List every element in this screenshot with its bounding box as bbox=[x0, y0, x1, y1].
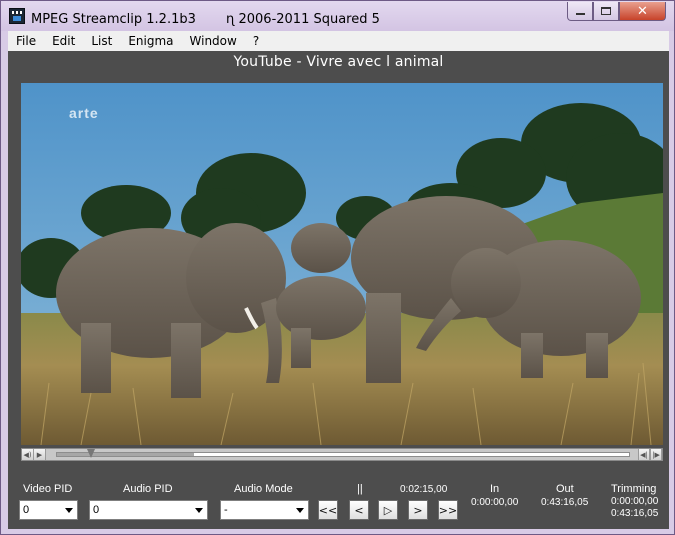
rewind-icon: << bbox=[318, 503, 338, 517]
audio-mode-label: Audio Mode bbox=[234, 483, 293, 495]
menu-help[interactable]: ? bbox=[245, 34, 267, 48]
play-button[interactable]: ▷ bbox=[378, 500, 398, 520]
video-frame[interactable]: arte bbox=[21, 83, 663, 445]
audio-pid-label: Audio PID bbox=[123, 483, 173, 495]
step-forward-small-icon[interactable]: |▶ bbox=[650, 449, 662, 460]
current-time: 0:02:15,00 bbox=[400, 484, 448, 495]
chevron-down-icon bbox=[195, 508, 203, 513]
trimming-label: Trimming bbox=[611, 483, 657, 495]
step-back-button[interactable]: < bbox=[349, 500, 369, 520]
out-value: 0:43:16,05 bbox=[541, 497, 589, 508]
menu-edit[interactable]: Edit bbox=[44, 34, 83, 48]
minimize-button[interactable] bbox=[567, 2, 593, 21]
in-value: 0:00:00,00 bbox=[471, 497, 519, 508]
minimize-icon bbox=[575, 13, 585, 15]
trimming-end: 0:43:16,05 bbox=[611, 508, 659, 519]
timeline-scrubber[interactable]: ◀) ▶ ◀| |▶ bbox=[21, 448, 663, 461]
video-still-elephants bbox=[21, 83, 663, 445]
menu-enigma[interactable]: Enigma bbox=[120, 34, 181, 48]
step-forward-button[interactable]: > bbox=[408, 500, 428, 520]
play-small-icon[interactable]: ▶ bbox=[34, 449, 46, 460]
step-back-icon: < bbox=[354, 503, 364, 517]
chevron-down-icon bbox=[296, 508, 304, 513]
menu-list[interactable]: List bbox=[83, 34, 120, 48]
timeline-thumb[interactable] bbox=[87, 449, 95, 458]
pause-indicator: || bbox=[357, 483, 363, 495]
chevron-down-icon bbox=[65, 508, 73, 513]
app-window: MPEG Streamclip 1.2.1b3 ɳ 2006-2011 Squa… bbox=[0, 0, 675, 535]
video-pid-value: 0 bbox=[23, 504, 30, 516]
in-label: In bbox=[490, 483, 500, 495]
fast-forward-button[interactable]: >> bbox=[438, 500, 458, 520]
close-button[interactable]: ✕ bbox=[619, 2, 666, 21]
channel-watermark: arte bbox=[69, 105, 99, 121]
fast-forward-icon: >> bbox=[438, 503, 458, 517]
step-back-small-icon[interactable]: ◀| bbox=[638, 449, 650, 460]
window-title: MPEG Streamclip 1.2.1b3 ɳ 2006-2011 Squa… bbox=[31, 12, 380, 27]
audio-pid-select[interactable]: 0 bbox=[89, 500, 208, 520]
video-pid-label: Video PID bbox=[23, 483, 73, 495]
movie-title: YouTube - Vivre avec l animal bbox=[233, 54, 444, 70]
maximize-icon bbox=[601, 7, 611, 15]
trimming-start: 0:00:00,00 bbox=[611, 496, 659, 507]
rewind-button[interactable]: << bbox=[318, 500, 338, 520]
app-clapper-icon bbox=[9, 8, 25, 24]
timeline-track[interactable] bbox=[56, 449, 630, 458]
menu-bar: File Edit List Enigma Window ? bbox=[8, 31, 669, 51]
step-forward-icon: > bbox=[413, 503, 423, 517]
volume-icon[interactable]: ◀) bbox=[22, 449, 34, 460]
audio-pid-value: 0 bbox=[93, 504, 100, 516]
out-label: Out bbox=[556, 483, 574, 495]
menu-file[interactable]: File bbox=[8, 34, 44, 48]
video-pid-select[interactable]: 0 bbox=[19, 500, 78, 520]
close-icon: ✕ bbox=[637, 3, 648, 19]
player-area: YouTube - Vivre avec l animal arte ◀) ▶ … bbox=[8, 51, 669, 529]
audio-mode-select[interactable]: - bbox=[220, 500, 309, 520]
play-icon: ▷ bbox=[383, 503, 393, 517]
menu-window[interactable]: Window bbox=[182, 34, 245, 48]
audio-mode-value: - bbox=[224, 504, 228, 516]
title-bar[interactable]: MPEG Streamclip 1.2.1b3 ɳ 2006-2011 Squa… bbox=[1, 1, 674, 31]
timeline-loaded bbox=[57, 453, 194, 456]
maximize-button[interactable] bbox=[593, 2, 619, 21]
